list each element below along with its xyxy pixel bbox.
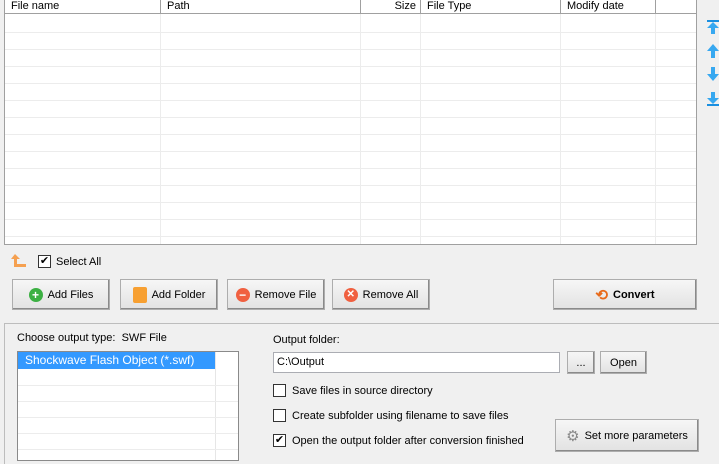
row-divider <box>5 83 696 84</box>
row-divider <box>18 417 238 418</box>
remove-file-button[interactable]: − Remove File <box>227 279 325 310</box>
row-divider <box>5 151 696 152</box>
row-divider <box>5 219 696 220</box>
row-divider <box>5 134 696 135</box>
convert-button[interactable]: ⟲ Convert <box>553 279 697 310</box>
output-folder-label: Output folder: <box>273 334 340 346</box>
label: Save files in source directory <box>292 384 433 397</box>
column-file-name[interactable]: File name <box>5 0 161 14</box>
column-path[interactable]: Path <box>161 0 361 14</box>
row-divider <box>5 168 696 169</box>
label: Open the output folder after conversion … <box>292 434 524 447</box>
row-divider <box>5 66 696 67</box>
row-divider <box>5 32 696 33</box>
row-divider <box>5 100 696 101</box>
column-size[interactable]: Size <box>361 0 421 14</box>
minus-icon: − <box>235 287 250 302</box>
row-divider <box>5 202 696 203</box>
label: Convert <box>613 288 655 301</box>
up-level-icon[interactable] <box>11 254 27 271</box>
output-type-value: SWF File <box>121 332 167 344</box>
row-divider <box>5 117 696 118</box>
label: Create subfolder using filename to save … <box>292 409 509 422</box>
label: Add Files <box>47 288 94 301</box>
option-create-subfolder[interactable]: Create subfolder using filename to save … <box>273 409 508 422</box>
folder-icon <box>132 286 147 303</box>
add-folder-button[interactable]: Add Folder <box>120 279 218 310</box>
label: Remove All <box>362 288 419 301</box>
column-modify-date[interactable]: Modify date <box>561 0 656 14</box>
row-divider <box>5 185 696 186</box>
label: Add Folder <box>151 288 206 301</box>
select-all-checkbox[interactable]: ✔ Select All <box>38 255 101 268</box>
row-divider <box>5 49 696 50</box>
add-files-button[interactable]: + Add Files <box>12 279 110 310</box>
file-table[interactable]: File name Path Size File Type Modify dat… <box>4 0 697 245</box>
checkbox[interactable] <box>273 409 286 422</box>
browse-button[interactable]: ... <box>567 351 595 374</box>
convert-icon: ⟲ <box>595 286 608 304</box>
row-divider <box>18 433 238 434</box>
checkbox[interactable]: ✔ <box>38 255 51 268</box>
format-item[interactable]: Shockwave Flash Object (*.swf) <box>18 352 215 369</box>
move-bottom-icon[interactable] <box>707 92 719 106</box>
row-divider <box>18 401 238 402</box>
column-file-type[interactable]: File Type <box>421 0 561 14</box>
remove-all-button[interactable]: ✕ Remove All <box>332 279 430 310</box>
move-down-icon[interactable] <box>707 67 719 81</box>
gear-icon: ⚙ <box>566 427 580 445</box>
row-divider <box>5 236 696 237</box>
move-top-icon[interactable] <box>707 20 719 34</box>
output-folder-input[interactable]: C:\Output <box>273 352 560 373</box>
label: Set more parameters <box>584 429 688 442</box>
option-save-in-source[interactable]: Save files in source directory <box>273 384 433 397</box>
label: Remove File <box>254 288 317 301</box>
plus-icon: + <box>28 287 43 302</box>
select-all-label: Select All <box>56 255 102 268</box>
set-more-parameters-button[interactable]: ⚙ Set more parameters <box>555 419 699 452</box>
x-icon: ✕ <box>343 287 358 302</box>
row-divider <box>18 385 238 386</box>
open-button[interactable]: Open <box>600 351 647 374</box>
checkbox[interactable] <box>273 384 286 397</box>
move-up-icon[interactable] <box>707 44 719 58</box>
option-open-output-folder[interactable]: ✔ Open the output folder after conversion… <box>273 434 524 447</box>
output-type-label: Choose output type: SWF File <box>17 332 167 344</box>
column-filler <box>656 0 696 14</box>
checkbox[interactable]: ✔ <box>273 434 286 447</box>
row-divider <box>18 449 238 450</box>
format-list[interactable]: Shockwave Flash Object (*.swf) <box>17 351 239 461</box>
